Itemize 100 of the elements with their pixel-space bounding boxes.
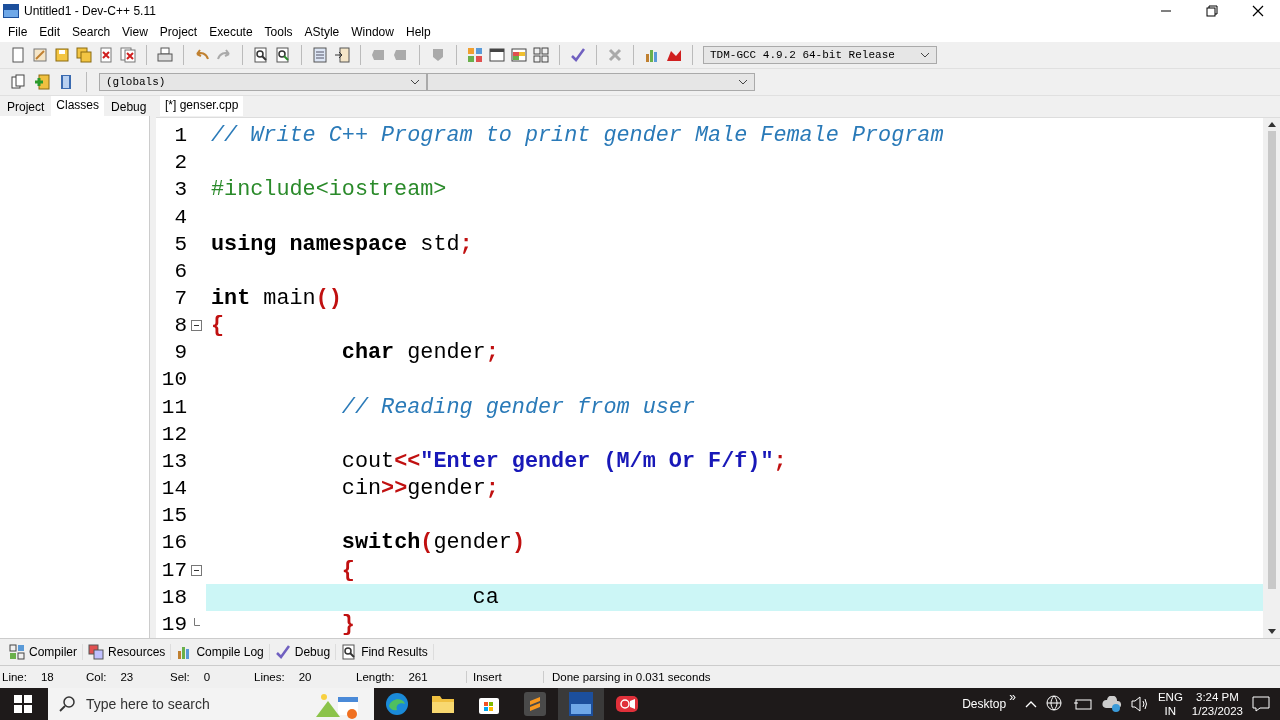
fold-icon[interactable]	[191, 320, 202, 332]
status-mode: Insert	[466, 671, 543, 683]
line-number: 10	[160, 368, 187, 392]
code-line: #include<iostream>	[211, 177, 447, 203]
file-tab[interactable]: [*] genser.cpp	[160, 96, 244, 116]
new-file-icon[interactable]	[10, 47, 26, 63]
globe-icon[interactable]	[1045, 695, 1064, 713]
status-message: Done parsing in 0.031 seconds	[543, 671, 711, 683]
code-line: int main()	[211, 286, 342, 311]
menu-item[interactable]: AStyle	[298, 25, 346, 39]
menu-item[interactable]: Tools	[258, 25, 299, 39]
clock-date[interactable]: 1/23/2023	[1191, 704, 1243, 718]
fold-icon[interactable]	[191, 564, 202, 576]
status-value: 20	[298, 671, 312, 683]
fold-end-icon	[193, 618, 200, 627]
restore-icon[interactable]	[1206, 5, 1218, 17]
menu-item[interactable]: Search	[66, 25, 117, 39]
output-tab[interactable]: Debug	[269, 644, 337, 660]
language-indicator[interactable]: ENG	[1157, 690, 1183, 704]
save-icon[interactable]	[54, 47, 70, 63]
windows-start-icon[interactable]	[14, 695, 32, 713]
line-number: 14	[160, 477, 187, 501]
find-icon	[341, 644, 358, 660]
volume-icon[interactable]	[1130, 696, 1149, 712]
line-number: 15	[160, 504, 187, 528]
window-title: Untitled1 - Dev-C++ 5.11	[24, 4, 156, 18]
output-tab[interactable]: Compile Log	[171, 644, 270, 660]
close-all-icon[interactable]	[120, 47, 136, 63]
menu-item[interactable]: File	[2, 25, 34, 39]
line-number: 17	[160, 558, 187, 582]
colors-icon[interactable]	[511, 47, 527, 63]
toolbar-label[interactable]: Desktop	[962, 697, 1007, 711]
unindent-icon[interactable]	[334, 47, 350, 63]
grid-icon[interactable]	[533, 47, 549, 63]
class-icon[interactable]	[10, 74, 26, 90]
line-number: 6	[173, 259, 187, 283]
menu-item[interactable]: Execute	[203, 25, 259, 39]
output-tab[interactable]: Compiler	[4, 644, 83, 660]
status-value: 261	[408, 671, 428, 683]
output-tab[interactable]: Resources	[83, 644, 172, 660]
code-line: {	[211, 313, 225, 339]
code-line: using namespace std;	[211, 231, 473, 257]
line-number: 4	[173, 205, 187, 229]
line-number: 13	[160, 449, 187, 473]
status-label: Col:	[86, 671, 107, 683]
status-value: 18	[40, 671, 54, 683]
line-number: 2	[173, 151, 187, 175]
scrollbar[interactable]	[1263, 118, 1280, 638]
menu-item[interactable]: Project	[153, 25, 204, 39]
find-icon[interactable]	[253, 47, 269, 63]
caret-icon	[920, 52, 930, 58]
open-file-icon[interactable]	[32, 47, 48, 63]
code-line: }	[340, 611, 355, 637]
line-number: 19	[160, 612, 187, 636]
line-number: 8	[173, 314, 187, 338]
replace-icon[interactable]	[275, 47, 291, 63]
line-number: 11	[160, 395, 187, 419]
grid-icon[interactable]	[467, 47, 483, 63]
status-value: 23	[120, 671, 134, 683]
code-line: cin>>gender;	[340, 476, 499, 502]
search-field[interactable]: Type here to search	[48, 688, 314, 720]
code-line: {	[340, 557, 355, 583]
book-icon[interactable]	[58, 74, 74, 90]
more-toolbars-button[interactable]: »	[1009, 690, 1016, 704]
code-line: char gender;	[340, 340, 499, 366]
print-icon[interactable]	[157, 47, 173, 63]
menu-item[interactable]: Window	[345, 25, 400, 39]
check-icon	[274, 644, 291, 660]
save-all-icon[interactable]	[76, 47, 92, 63]
chart-icon[interactable]	[644, 47, 660, 63]
region-indicator[interactable]: IN	[1164, 704, 1177, 718]
menu-item[interactable]: Edit	[33, 25, 67, 39]
close-icon[interactable]	[1252, 5, 1264, 17]
clock-time[interactable]: 3:24 PM	[1196, 690, 1239, 704]
panel-tab[interactable]: Classes	[51, 96, 105, 116]
notification-icon[interactable]	[1252, 696, 1270, 712]
menu-item[interactable]: View	[116, 25, 154, 39]
battery-icon[interactable]	[1072, 698, 1093, 710]
status-label: Length:	[356, 671, 395, 683]
status-label: Line:	[2, 671, 27, 683]
menu-item[interactable]: Help	[399, 25, 437, 39]
line-number: 7	[173, 287, 187, 310]
line-number: 9	[173, 341, 187, 365]
chevron-up-icon[interactable]	[1024, 700, 1037, 708]
compiler-select[interactable]: TDM-GCC 4.9.2 64-bit Release	[703, 46, 937, 64]
close-file-icon[interactable]	[98, 47, 114, 63]
line-number: 5	[173, 232, 187, 256]
cloud-icon[interactable]	[1101, 696, 1122, 712]
app-icon	[3, 4, 19, 18]
code-line: // Write C++ Program to print gender Male Female Program	[211, 123, 944, 149]
check-icon[interactable]	[570, 47, 586, 63]
scroll-down-icon[interactable]	[1267, 629, 1276, 634]
code-line: // Reading gender from user	[340, 394, 695, 420]
code-line: cout<<"Enter gender (M/m Or F/f)";	[340, 448, 787, 474]
add-icon[interactable]	[34, 74, 50, 90]
search-input[interactable]: Type here to search	[84, 695, 288, 713]
scroll-up-icon[interactable]	[1267, 122, 1276, 127]
output-tab[interactable]: Find Results	[336, 644, 434, 660]
window-icon[interactable]	[489, 47, 505, 63]
scope-select[interactable]: (globals)	[99, 73, 427, 91]
